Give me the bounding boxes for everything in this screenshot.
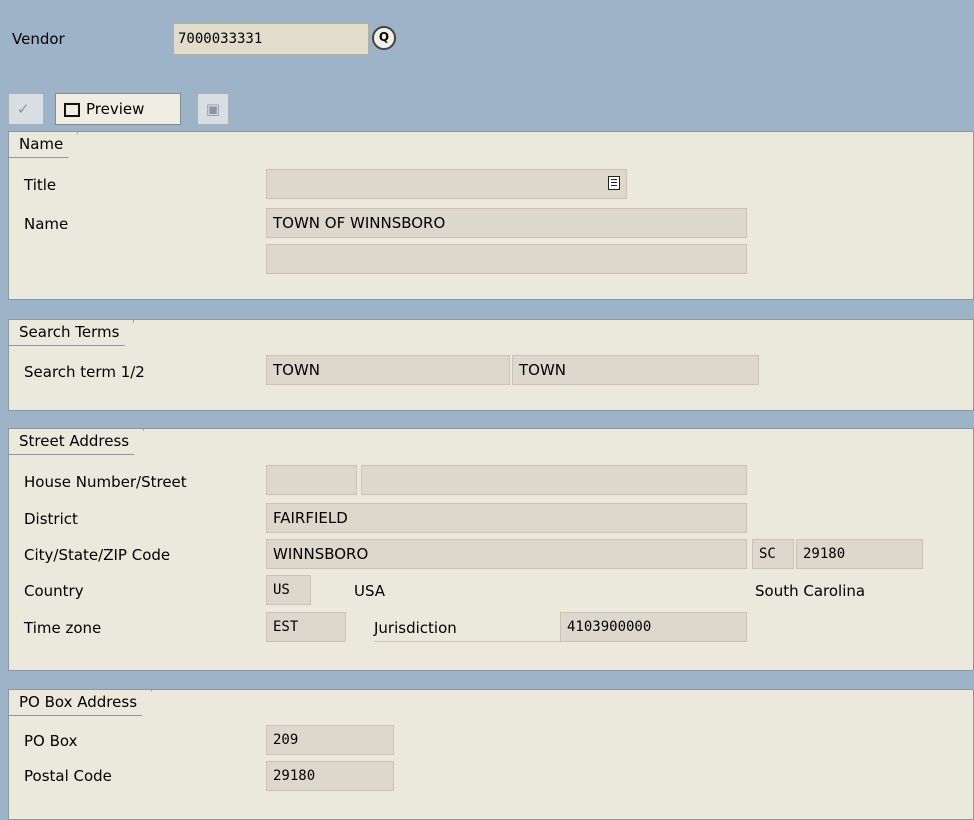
preview-label: Preview — [86, 100, 145, 118]
country-label: Country — [24, 582, 84, 600]
po-box-address-group: PO Box Address — [8, 689, 974, 820]
name-field[interactable]: TOWN OF WINNSBORO — [266, 208, 747, 238]
title-field[interactable] — [266, 169, 627, 199]
search-term-1-field[interactable]: TOWN — [266, 355, 510, 385]
name-label: Name — [24, 215, 69, 233]
name2-field[interactable] — [266, 244, 747, 274]
country-code-field[interactable]: US — [266, 575, 311, 605]
district-field[interactable]: FAIRFIELD — [266, 503, 747, 533]
preview-button[interactable]: Preview — [55, 93, 181, 125]
jurisdiction-label: Jurisdiction — [374, 614, 577, 642]
country-name: USA — [354, 582, 386, 600]
search-icon: Q — [378, 30, 390, 44]
street-field[interactable] — [361, 465, 747, 495]
search-terms-group-tab: Search Terms — [9, 320, 134, 346]
zip-field[interactable]: 29180 — [796, 539, 923, 569]
state-field[interactable]: SC — [752, 539, 794, 569]
po-box-field[interactable]: 209 — [266, 725, 394, 755]
name-group-tab: Name — [9, 132, 78, 158]
vendor-label: Vendor — [12, 30, 65, 48]
region-name: South Carolina — [755, 582, 866, 600]
jurisdiction-field[interactable]: 4103900000 — [560, 612, 747, 642]
split-button[interactable]: ▣ — [197, 93, 229, 125]
po-box-label: PO Box — [24, 732, 78, 750]
check-icon: ✓ — [17, 100, 30, 118]
title-label: Title — [24, 176, 57, 194]
district-label: District — [24, 510, 78, 528]
timezone-label: Time zone — [24, 619, 102, 637]
po-box-address-group-tab: PO Box Address — [9, 690, 152, 716]
document-icon: ▣ — [205, 100, 221, 118]
vendor-input[interactable]: 7000033331 — [173, 23, 369, 55]
city-field[interactable]: WINNSBORO — [266, 539, 747, 569]
timezone-field[interactable]: EST — [266, 612, 346, 642]
dropdown-list-icon[interactable] — [608, 176, 620, 190]
house-number-field[interactable] — [266, 465, 357, 495]
check-button[interactable]: ✓ — [8, 93, 44, 125]
vendor-search-button[interactable]: Q — [372, 26, 396, 50]
search-term-2-field[interactable]: TOWN — [512, 355, 759, 385]
search-term-label: Search term 1/2 — [24, 363, 145, 381]
street-address-group-tab: Street Address — [9, 429, 144, 455]
house-street-label: House Number/Street — [24, 473, 187, 491]
postal-code-label: Postal Code — [24, 767, 112, 785]
printer-icon — [64, 102, 80, 117]
postal-code-field[interactable]: 29180 — [266, 761, 394, 791]
city-state-zip-label: City/State/ZIP Code — [24, 546, 171, 564]
